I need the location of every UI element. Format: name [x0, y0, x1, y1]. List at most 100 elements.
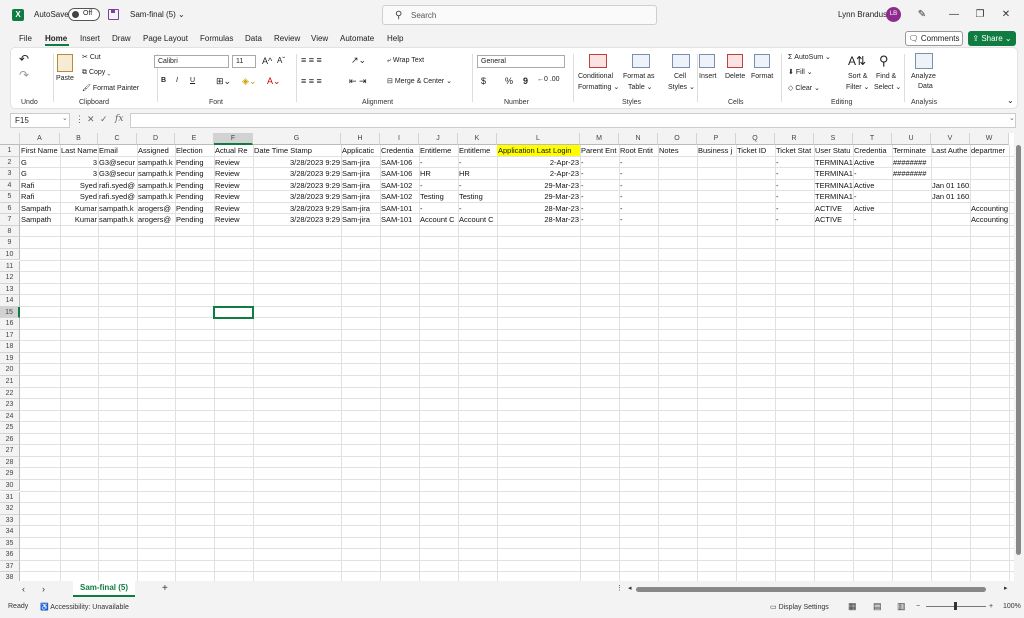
tab-automate[interactable]: Automate	[340, 34, 374, 43]
column-header-g[interactable]: G	[253, 133, 341, 145]
cell-s6[interactable]: ACTIVE	[814, 203, 853, 214]
user-name[interactable]: Lynn Brandus	[838, 10, 887, 19]
cell-n1[interactable]: Root Entit	[619, 145, 658, 156]
horizontal-scroll-thumb[interactable]	[636, 587, 986, 592]
row-header-9[interactable]: 9	[0, 237, 20, 249]
row-header-13[interactable]: 13	[0, 283, 20, 296]
cell-n3[interactable]: -	[619, 168, 658, 179]
column-header-e[interactable]: E	[175, 133, 214, 145]
percent-button[interactable]: %	[505, 76, 513, 86]
row-header-28[interactable]: 28	[0, 456, 20, 469]
currency-button[interactable]: $	[481, 76, 486, 86]
cell-h5[interactable]: Sam-jira	[341, 191, 380, 202]
format-button[interactable]: Format	[751, 73, 773, 80]
restore-icon[interactable]: ❐	[970, 6, 990, 24]
cell-d6[interactable]: arogers@	[137, 203, 175, 214]
cell-h2[interactable]: Sam-jira	[341, 157, 380, 168]
cell-t7[interactable]: -	[853, 214, 892, 225]
column-header-b[interactable]: B	[60, 133, 98, 145]
cell-e2[interactable]: Pending	[175, 157, 214, 168]
paste-icon[interactable]	[57, 54, 73, 72]
fill-color-icon[interactable]: ◈⌄	[242, 76, 256, 87]
row-header-31[interactable]: 31	[0, 491, 20, 504]
vertical-scroll-thumb[interactable]	[1016, 145, 1021, 555]
pen-icon[interactable]: ✎	[912, 6, 932, 24]
cell-d2[interactable]: sampath.k	[137, 157, 175, 168]
row-header-25[interactable]: 25	[0, 422, 20, 434]
column-header-c[interactable]: C	[98, 133, 137, 145]
tab-view[interactable]: View	[311, 34, 328, 43]
font-size-select[interactable]: 11	[232, 55, 256, 68]
column-header-l[interactable]: L	[497, 133, 580, 145]
clear-button[interactable]: ◇ Clear ⌄	[788, 84, 820, 92]
redo-icon[interactable]: ↷	[19, 68, 29, 82]
cell-l1[interactable]: Application Last Login	[497, 145, 580, 156]
cell-g4[interactable]: 3/28/2023 9:29	[253, 180, 341, 191]
cell-w7[interactable]: Accounting	[970, 214, 1009, 225]
formula-input[interactable]	[130, 113, 1016, 128]
cell-a6[interactable]: Sampath	[20, 203, 60, 214]
orientation-icon[interactable]: ↗⌄	[351, 55, 366, 66]
row-header-4[interactable]: 4	[0, 179, 20, 192]
number-format-select[interactable]: General	[477, 55, 565, 68]
cell-t6[interactable]: Active	[853, 203, 892, 214]
column-header-j[interactable]: J	[419, 133, 458, 145]
cell-k4[interactable]: -	[458, 180, 497, 191]
cell-l2[interactable]: 2-Apr-23	[497, 157, 580, 168]
row-header-37[interactable]: 37	[0, 560, 20, 573]
column-header-q[interactable]: Q	[736, 133, 775, 145]
cell-j3[interactable]: HR	[419, 168, 458, 179]
tab-review[interactable]: Review	[274, 34, 300, 43]
cell-i5[interactable]: SAM-102	[380, 191, 419, 202]
cell-v4[interactable]: Jan 01 1601	[931, 180, 970, 191]
analyze-data-button[interactable]: Analyze	[911, 73, 936, 80]
cell-e1[interactable]: Election	[175, 145, 214, 156]
cell-l5[interactable]: 29-Mar-23	[497, 191, 580, 202]
cell-j1[interactable]: Entitleme	[419, 145, 458, 156]
column-header-h[interactable]: H	[341, 133, 380, 145]
cell-a3[interactable]: G	[20, 168, 60, 179]
indent-icon[interactable]: ⇤ ⇥	[349, 76, 367, 87]
cell-h3[interactable]: Sam-jira	[341, 168, 380, 179]
row-header-36[interactable]: 36	[0, 549, 20, 561]
cell-v5[interactable]: Jan 01 1601	[931, 191, 970, 202]
cell-i1[interactable]: Credentia	[380, 145, 419, 156]
cell-h7[interactable]: Sam-jira	[341, 214, 380, 225]
cell-u3[interactable]: ########	[892, 168, 931, 179]
cut-button[interactable]: ✂ Cut	[82, 53, 101, 61]
tab-page-layout[interactable]: Page Layout	[143, 34, 188, 43]
cell-h1[interactable]: Applicatic	[341, 145, 380, 156]
cell-q1[interactable]: Ticket ID	[736, 145, 775, 156]
cell-styles-button[interactable]: Cell	[674, 73, 686, 80]
format-as-table-button[interactable]: Format as	[623, 73, 655, 80]
comments-button[interactable]: 🗨 Comments	[905, 31, 963, 46]
cell-k2[interactable]: -	[458, 157, 497, 168]
column-header-s[interactable]: S	[814, 133, 853, 145]
grow-font-button[interactable]: A^	[262, 56, 272, 66]
cell-e5[interactable]: Pending	[175, 191, 214, 202]
cell-g3[interactable]: 3/28/2023 9:29	[253, 168, 341, 179]
zoom-level[interactable]: 100%	[1003, 603, 1021, 610]
page-break-view-icon[interactable]: ▥	[897, 601, 906, 612]
cell-h4[interactable]: Sam-jira	[341, 180, 380, 191]
column-header-o[interactable]: O	[658, 133, 697, 145]
zoom-out-button[interactable]: −	[916, 603, 920, 610]
cell-l6[interactable]: 28-Mar-23	[497, 203, 580, 214]
cell-l4[interactable]: 29-Mar-23	[497, 180, 580, 191]
merge-center-button[interactable]: ⊟ Merge & Center ⌄	[387, 77, 452, 85]
row-header-7[interactable]: 7	[0, 214, 20, 226]
cell-b6[interactable]: Kumar	[60, 203, 98, 214]
row-header-23[interactable]: 23	[0, 399, 20, 411]
column-header-w[interactable]: W	[970, 133, 1009, 145]
document-title[interactable]: Sam-final (5) ⌄	[130, 10, 185, 19]
column-header-f[interactable]: F	[214, 133, 253, 145]
underline-button[interactable]: U	[190, 77, 195, 84]
sort-filter-button[interactable]: Sort &	[848, 73, 867, 80]
active-cell-selection[interactable]	[213, 305, 254, 320]
find-select-button[interactable]: Find &	[876, 73, 896, 80]
cell-r1[interactable]: Ticket Stat	[775, 145, 814, 156]
row-header-19[interactable]: 19	[0, 352, 20, 365]
cell-f1[interactable]: Actual Re	[214, 145, 253, 156]
minimize-icon[interactable]: —	[944, 6, 964, 24]
collapse-ribbon-icon[interactable]: ⌄	[1007, 96, 1014, 105]
